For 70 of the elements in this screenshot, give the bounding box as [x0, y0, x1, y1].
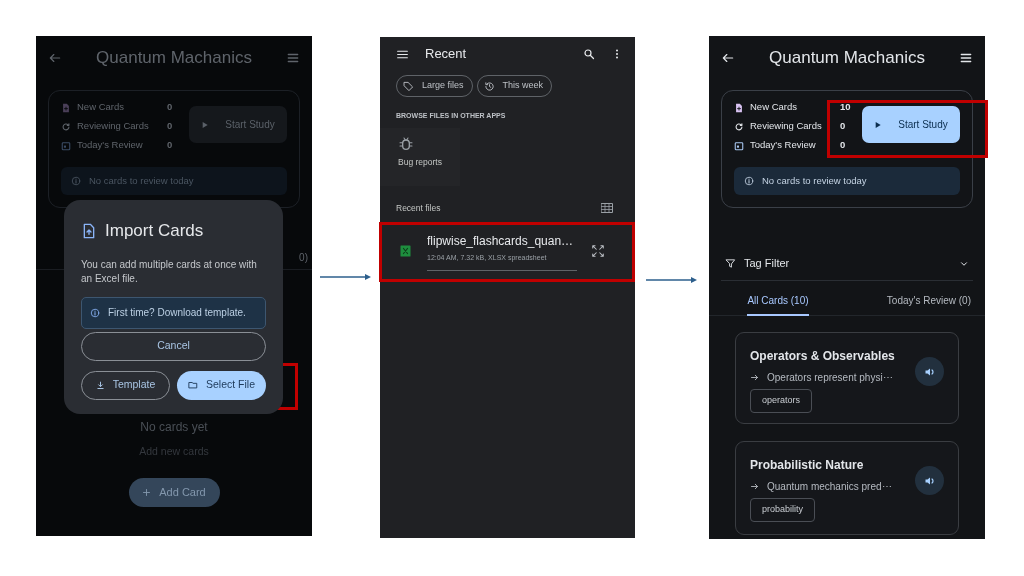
section-heading: Recent files [396, 201, 441, 215]
stat-value: 10 [840, 100, 852, 115]
info-icon [744, 176, 754, 186]
speaker-button[interactable] [915, 357, 944, 386]
filter-icon [725, 258, 736, 269]
start-study-button[interactable]: Start Study [862, 106, 960, 143]
stat-label: Today's Review [750, 138, 817, 153]
info-icon [71, 176, 81, 186]
file-name: flipwise_flashcards_quan… [427, 232, 575, 250]
stat-value: 0 [840, 138, 847, 153]
empty-title: No cards yet [140, 419, 208, 436]
info-text: First time? Download template. [108, 306, 246, 320]
dialog-text: You can add multiple cards at once with an Excel file. [81, 257, 258, 286]
arrow-right-icon [320, 273, 372, 281]
file-plus-icon [734, 102, 744, 113]
tab[interactable]: All Cards (10) [747, 285, 809, 316]
refresh-icon [61, 121, 71, 132]
stat-label: Reviewing Cards [77, 119, 150, 134]
info-icon [90, 307, 100, 318]
tag-chip: operators [750, 389, 813, 413]
app-shortcut[interactable]: Bug reports [380, 127, 460, 186]
grid-view-icon[interactable] [601, 202, 613, 213]
arrow-right-icon [750, 373, 759, 382]
answer-preview: Operators represent physi⋯ [767, 371, 893, 385]
back-icon[interactable] [721, 51, 735, 65]
plus-icon [142, 487, 152, 497]
refresh-icon [734, 121, 744, 132]
file-plus-icon [61, 102, 71, 113]
stat-value: 0 [840, 119, 847, 134]
spreadsheet-icon [400, 245, 411, 258]
expand-icon[interactable] [591, 244, 605, 259]
calendar-icon [734, 140, 744, 151]
tab[interactable]: Today's Review (0) [886, 285, 971, 316]
screen-title: Recent [425, 45, 467, 64]
stat-label: Today's Review [77, 138, 144, 153]
card-title: Operators & Observables [750, 348, 896, 365]
flashcard[interactable]: Probabilistic Nature Quantum mechanics pred⋯ probability [735, 441, 959, 535]
speaker-button[interactable] [915, 466, 944, 495]
history-icon [483, 80, 495, 92]
stat-value: 0 [167, 138, 174, 153]
tab-label[interactable]: 0) [299, 250, 308, 265]
dialog-title: Import Cards [105, 220, 204, 242]
notice-text: No cards to review today [762, 173, 867, 188]
arrow-right-icon [646, 276, 698, 284]
notice-text: No cards to review today [89, 173, 194, 188]
download-icon [95, 380, 105, 390]
stat-label: New Cards [750, 100, 798, 115]
arrow-right-icon [750, 482, 759, 491]
stat-label: Reviewing Cards [750, 119, 823, 134]
calendar-icon [61, 140, 71, 151]
select-file-button[interactable]: Select File [177, 370, 266, 400]
stat-value: 0 [167, 119, 174, 134]
stat-label: New Cards [77, 100, 125, 115]
play-icon [874, 120, 883, 129]
bug-icon [398, 135, 414, 152]
stat-value: 0 [167, 100, 174, 115]
tag-filter-label[interactable]: Tag Filter [744, 255, 790, 272]
screen-title: Quantum Machanics [96, 47, 252, 70]
screen-title: Quantum Machanics [769, 47, 925, 70]
play-icon [201, 120, 210, 129]
file-upload-icon [81, 222, 97, 239]
menu-icon[interactable] [959, 51, 973, 65]
search-icon[interactable] [583, 48, 595, 60]
card-title: Probabilistic Nature [750, 457, 865, 474]
folder-icon [188, 380, 198, 390]
info-banner[interactable]: First time? Download template. [81, 296, 266, 329]
tag-icon [403, 80, 414, 92]
tag-chip: probability [750, 498, 816, 522]
flashcard[interactable]: Operators & Observables Operators represent physi⋯ operators [735, 332, 959, 424]
answer-preview: Quantum mechanics pred⋯ [767, 480, 892, 494]
